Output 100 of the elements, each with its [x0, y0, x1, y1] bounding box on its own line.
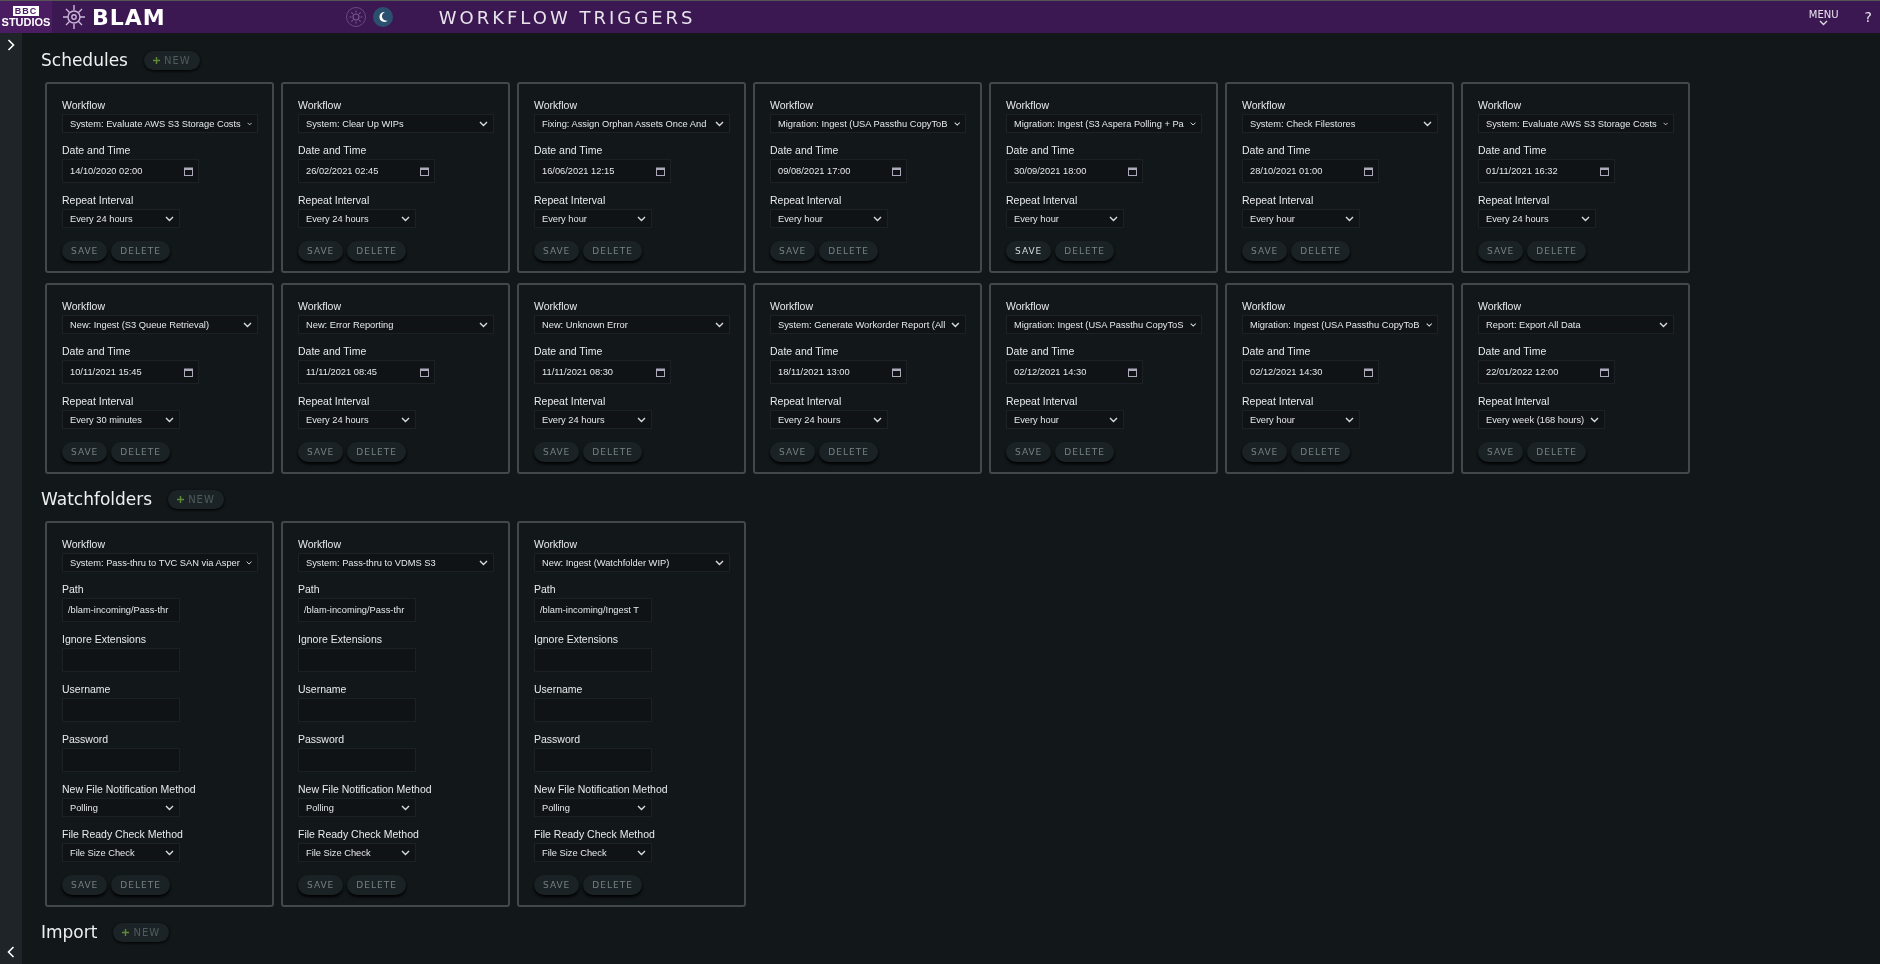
calendar-icon[interactable] [184, 367, 193, 377]
date-time-field[interactable]: 11/11/2021 08:30 [534, 360, 671, 384]
calendar-icon[interactable] [892, 166, 901, 176]
plus-icon [177, 495, 185, 503]
text-field[interactable]: /blam-incoming/Pass-thr [298, 598, 416, 622]
dropdown[interactable]: System: Clear Up WIPs [298, 114, 494, 133]
calendar-icon[interactable] [420, 367, 429, 377]
dropdown[interactable]: Migration: Ingest (S3 Aspera Polling + Pa [1006, 114, 1202, 133]
date-time-field[interactable]: 28/10/2021 01:00 [1242, 159, 1379, 183]
field-label: Workflow [62, 538, 105, 550]
dropdown[interactable]: Migration: Ingest (USA Passthu CopyToS [1006, 315, 1202, 334]
dropdown[interactable]: Migration: Ingest (USA Passthu CopyToB [770, 114, 966, 133]
dropdown[interactable]: Every 30 minutes [62, 410, 180, 429]
calendar-icon[interactable] [184, 166, 193, 176]
field-label: Repeat Interval [298, 194, 370, 206]
dropdown[interactable]: Every 24 hours [298, 209, 416, 228]
field-label: Username [534, 683, 583, 695]
field-label: Path [534, 583, 556, 595]
calendar-icon[interactable] [656, 367, 665, 377]
date-time-field[interactable]: 11/11/2021 08:45 [298, 360, 435, 384]
date-time-field[interactable]: 26/02/2021 02:45 [298, 159, 435, 183]
calendar-icon[interactable] [1600, 166, 1609, 176]
field-label: Workflow [534, 538, 577, 550]
dropdown[interactable]: Every hour [534, 209, 652, 228]
chevron-down-icon [1109, 416, 1118, 423]
field-label: Date and Time [1242, 345, 1311, 357]
dropdown[interactable]: Every 24 hours [298, 410, 416, 429]
field-label: File Ready Check Method [534, 828, 655, 840]
text-field[interactable]: /blam-incoming/Ingest T [534, 598, 652, 622]
calendar-icon[interactable] [892, 367, 901, 377]
dropdown[interactable]: New: Ingest (S3 Queue Retrieval) [62, 315, 258, 334]
field-label: Repeat Interval [298, 395, 370, 407]
plus-icon [153, 56, 160, 64]
dropdown[interactable]: System: Pass-thru to TVC SAN via Asper [62, 553, 258, 572]
chevron-down-icon [245, 559, 252, 566]
dropdown[interactable]: New: Ingest (Watchfolder WIP) [534, 553, 730, 572]
dropdown[interactable]: Polling [62, 798, 180, 817]
save-button[interactable]: SAVE [1006, 241, 1052, 261]
dropdown[interactable]: Report: Export All Data [1478, 315, 1674, 334]
moon-icon[interactable] [372, 7, 393, 27]
chevron-down-icon [165, 215, 174, 222]
date-time-field[interactable]: 09/08/2021 17:00 [770, 159, 907, 183]
text-field[interactable]: /blam-incoming/Pass-thr [62, 598, 180, 622]
chevron-down-icon [715, 321, 724, 328]
date-time-field[interactable]: 16/06/2021 12:15 [534, 159, 671, 183]
dropdown[interactable]: Every hour [1006, 209, 1124, 228]
calendar-icon[interactable] [1128, 166, 1137, 176]
field-label: Date and Time [298, 144, 367, 156]
chevron-down-icon [1189, 321, 1196, 328]
calendar-icon[interactable] [1364, 166, 1373, 176]
dropdown[interactable]: Every 24 hours [534, 410, 652, 429]
dropdown[interactable]: Every hour [1242, 209, 1360, 228]
calendar-icon[interactable] [1364, 367, 1373, 377]
dropdown[interactable]: Every hour [1242, 410, 1360, 429]
field-label: Date and Time [1478, 144, 1547, 156]
calendar-icon[interactable] [1600, 367, 1609, 377]
dropdown[interactable]: File Size Check [534, 843, 652, 862]
chevron-right-icon[interactable] [7, 39, 15, 51]
dropdown[interactable]: Migration: Ingest (USA Passthu CopyToB [1242, 315, 1438, 334]
help-button[interactable]: ? [1864, 9, 1872, 25]
dropdown[interactable]: Polling [534, 798, 652, 817]
date-time-field[interactable]: 02/12/2021 14:30 [1006, 360, 1143, 384]
dropdown[interactable]: New: Unknown Error [534, 315, 730, 334]
date-time-field[interactable]: 10/11/2021 15:45 [62, 360, 199, 384]
chevron-down-icon [873, 416, 882, 423]
date-time-field[interactable]: 22/01/2022 12:00 [1478, 360, 1615, 384]
dropdown[interactable]: System: Check Filestores [1242, 114, 1438, 133]
dropdown[interactable]: System: Pass-thru to VDMS S3 [298, 553, 494, 572]
dropdown[interactable]: Every hour [770, 209, 888, 228]
dropdown[interactable]: File Size Check [298, 843, 416, 862]
dropdown[interactable]: System: Evaluate AWS S3 Storage Costs [1478, 114, 1674, 133]
dropdown[interactable]: Fixing: Assign Orphan Assets Once And [534, 114, 730, 133]
calendar-icon[interactable] [656, 166, 665, 176]
dropdown[interactable]: Every 24 hours [62, 209, 180, 228]
calendar-icon[interactable] [1128, 367, 1137, 377]
dropdown[interactable]: Every week (168 hours) [1478, 410, 1606, 429]
dropdown[interactable]: System: Generate Workorder Report (All [770, 315, 966, 334]
date-time-field[interactable]: 14/10/2020 02:00 [62, 159, 199, 183]
dropdown[interactable]: Every hour [1006, 410, 1124, 429]
page-title: WORKFLOW TRIGGERS [438, 6, 696, 28]
dropdown[interactable]: System: Evaluate AWS S3 Storage Costs [62, 114, 258, 133]
field-label: Date and Time [1006, 144, 1075, 156]
dropdown[interactable]: Every 24 hours [1478, 209, 1596, 228]
date-time-field[interactable]: 01/11/2021 16:32 [1478, 159, 1615, 183]
field-label: Date and Time [770, 144, 839, 156]
field-label: Repeat Interval [534, 194, 606, 206]
date-time-field[interactable]: 18/11/2021 13:00 [770, 360, 907, 384]
menu-button[interactable]: MENU [1808, 8, 1839, 26]
chevron-down-icon [1662, 120, 1668, 127]
dropdown[interactable]: Polling [298, 798, 416, 817]
dropdown[interactable]: File Size Check [62, 843, 180, 862]
chevron-down-icon [1345, 215, 1354, 222]
chevron-down-icon [243, 321, 252, 328]
chevron-left-icon[interactable] [7, 946, 15, 958]
dropdown[interactable]: Every 24 hours [770, 410, 888, 429]
date-time-field[interactable]: 02/12/2021 14:30 [1242, 360, 1379, 384]
chevron-down-icon [1189, 120, 1196, 127]
date-time-field[interactable]: 30/09/2021 18:00 [1006, 159, 1143, 183]
calendar-icon[interactable] [420, 166, 429, 176]
dropdown[interactable]: New: Error Reporting [298, 315, 494, 334]
